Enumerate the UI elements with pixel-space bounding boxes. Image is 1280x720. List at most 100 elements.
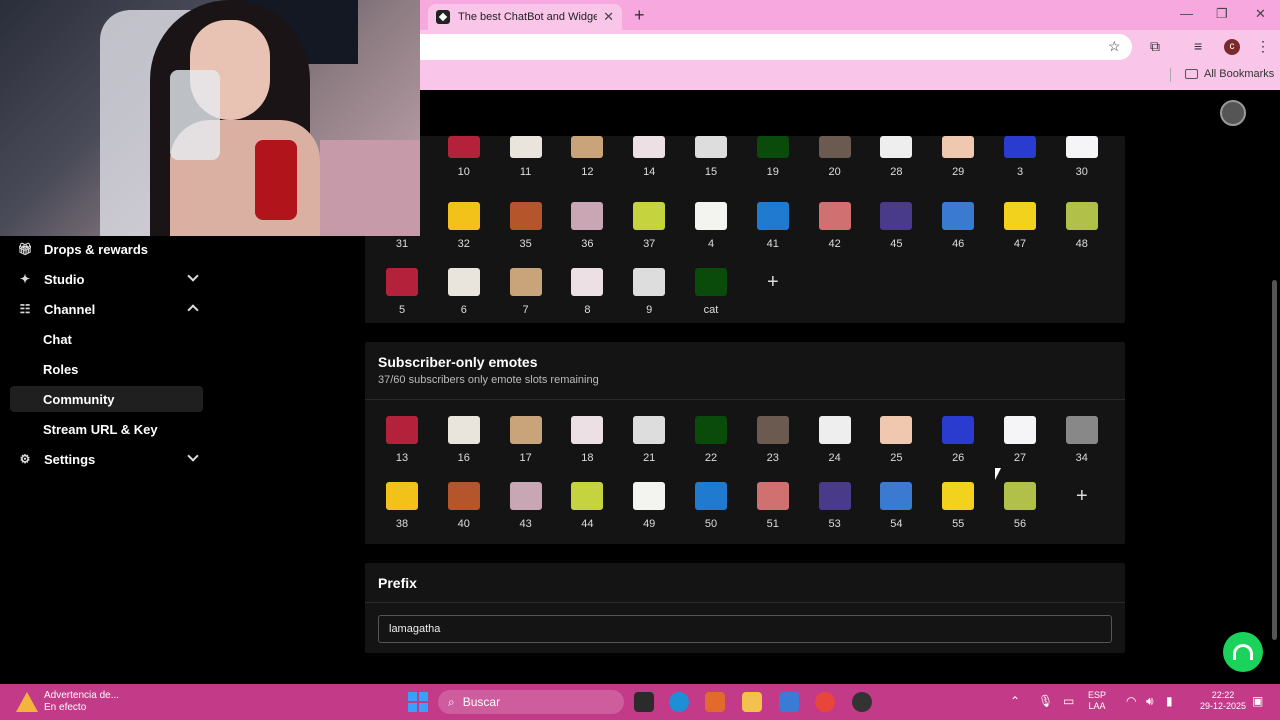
- emote-item[interactable]: 29: [936, 136, 980, 178]
- sidebar-item-roles[interactable]: Roles: [10, 356, 203, 382]
- emote-item[interactable]: 30: [1060, 136, 1104, 178]
- emote-item[interactable]: 50: [689, 482, 733, 530]
- sidebar-item-channel[interactable]: ☷ Channel: [10, 296, 203, 322]
- emote-item[interactable]: 9: [627, 268, 671, 316]
- emote-item[interactable]: 35: [504, 202, 548, 250]
- emote-item[interactable]: 46: [936, 202, 980, 250]
- emote-item[interactable]: 37: [627, 202, 671, 250]
- emote-item[interactable]: 25: [874, 416, 918, 464]
- emote-item[interactable]: 10: [442, 136, 486, 178]
- window-close-icon[interactable]: ✕: [1255, 6, 1266, 22]
- emote-item[interactable]: 22: [689, 416, 733, 464]
- wifi-icon[interactable]: ◠: [1126, 694, 1136, 708]
- emote-item[interactable]: 16: [442, 416, 486, 464]
- emote-item[interactable]: 36: [565, 202, 609, 250]
- restore-icon[interactable]: ❐: [1216, 6, 1228, 22]
- clock[interactable]: 22:22 29-12-2025: [1200, 690, 1246, 712]
- support-chat-button[interactable]: [1223, 632, 1263, 672]
- tray-overflow-icon[interactable]: ⌃: [1010, 694, 1020, 708]
- emote-item[interactable]: 54: [874, 482, 918, 530]
- emote-item[interactable]: 45: [874, 202, 918, 250]
- emote-item[interactable]: 41: [751, 202, 795, 250]
- notification-icon[interactable]: ▣: [1252, 694, 1263, 708]
- emote-item[interactable]: 48: [1060, 202, 1104, 250]
- emote-item[interactable]: 5: [380, 268, 424, 316]
- emote-item[interactable]: 20: [813, 136, 857, 178]
- tab-close-icon[interactable]: ✕: [603, 9, 614, 25]
- emote-item[interactable]: 24: [813, 416, 857, 464]
- volume-icon[interactable]: 🔊︎: [1146, 694, 1154, 709]
- emote-item[interactable]: 27: [998, 416, 1042, 464]
- extensions-icon[interactable]: ⧉: [1150, 38, 1160, 55]
- emote-item[interactable]: 11: [504, 136, 548, 178]
- emote-label: 55: [952, 518, 965, 530]
- all-bookmarks-button[interactable]: All Bookmarks: [1185, 68, 1274, 80]
- browser-menu-icon[interactable]: ⋮: [1256, 38, 1270, 55]
- emote-item[interactable]: 15: [689, 136, 733, 178]
- emote-item[interactable]: 21: [627, 416, 671, 464]
- address-bar[interactable]: [420, 34, 1132, 60]
- prefix-input[interactable]: [378, 615, 1112, 643]
- emote-item[interactable]: 43: [504, 482, 548, 530]
- file-explorer-icon[interactable]: [742, 692, 762, 712]
- sidebar-item-studio[interactable]: ✦ Studio: [10, 266, 203, 292]
- sidebar-item-drops-rewards[interactable]: 🎁︎ Drops & rewards: [10, 236, 203, 262]
- minimize-icon[interactable]: —: [1180, 6, 1193, 21]
- emote-item[interactable]: 18: [565, 416, 609, 464]
- emote-item[interactable]: 3: [998, 136, 1042, 178]
- emote-item[interactable]: 28: [874, 136, 918, 178]
- emote-item[interactable]: 51: [751, 482, 795, 530]
- emote-item[interactable]: 53: [813, 482, 857, 530]
- emote-item[interactable]: 17: [504, 416, 548, 464]
- emote-item[interactable]: 55: [936, 482, 980, 530]
- edge-icon[interactable]: [669, 692, 689, 712]
- task-view-icon[interactable]: [634, 692, 654, 712]
- obs-icon[interactable]: [852, 692, 872, 712]
- emote-item[interactable]: 56: [998, 482, 1042, 530]
- emote-item[interactable]: 42: [813, 202, 857, 250]
- tray-app-icon[interactable]: ▭: [1063, 694, 1074, 708]
- emote-item[interactable]: 47: [998, 202, 1042, 250]
- taskbar-search[interactable]: ⌕ Buscar: [438, 690, 624, 714]
- browser-tab[interactable]: The best ChatBot and Widgets ✕: [428, 4, 622, 30]
- emote-image: [1004, 416, 1036, 444]
- windows-start-icon[interactable]: [408, 692, 428, 712]
- battery-icon[interactable]: ▮: [1166, 694, 1173, 708]
- emote-item[interactable]: 6: [442, 268, 486, 316]
- emote-item[interactable]: 34: [1060, 416, 1104, 464]
- sidebar-item-stream-url-key[interactable]: Stream URL & Key: [10, 416, 203, 442]
- office-icon[interactable]: [705, 692, 725, 712]
- emote-item[interactable]: 8: [565, 268, 609, 316]
- emote-item[interactable]: 7: [504, 268, 548, 316]
- language-indicator[interactable]: ESP LAA: [1088, 690, 1106, 712]
- emote-item[interactable]: cat: [689, 268, 733, 316]
- emote-item[interactable]: 40: [442, 482, 486, 530]
- profile-avatar[interactable]: c: [1224, 39, 1240, 55]
- user-avatar[interactable]: [1220, 100, 1246, 126]
- emote-item[interactable]: 44: [565, 482, 609, 530]
- emote-item[interactable]: 19: [751, 136, 795, 178]
- add-emote-button[interactable]: +: [757, 268, 789, 296]
- weather-warning-widget[interactable]: Advertencia de... En efecto: [16, 690, 119, 714]
- bookmark-star-icon[interactable]: ☆: [1108, 38, 1121, 55]
- emote-item[interactable]: 26: [936, 416, 980, 464]
- emote-image: [880, 136, 913, 158]
- store-icon[interactable]: [779, 692, 799, 712]
- emote-item[interactable]: 38: [380, 482, 424, 530]
- microphone-icon[interactable]: 🎙︎: [1038, 694, 1053, 708]
- chrome-icon[interactable]: [815, 692, 835, 712]
- emote-item[interactable]: 4: [689, 202, 733, 250]
- emote-item[interactable]: 12: [565, 136, 609, 178]
- sidebar-item-settings[interactable]: ⚙ Settings: [10, 446, 203, 472]
- emote-item[interactable]: 49: [627, 482, 671, 530]
- sidebar-item-chat[interactable]: Chat: [10, 326, 203, 352]
- add-emote-button[interactable]: +: [1066, 482, 1098, 510]
- page-scrollbar[interactable]: [1272, 280, 1277, 640]
- new-tab-button[interactable]: +: [634, 5, 645, 26]
- media-controls-icon[interactable]: ≡: [1194, 38, 1202, 54]
- emote-item[interactable]: 32: [442, 202, 486, 250]
- emote-item[interactable]: 23: [751, 416, 795, 464]
- emote-item[interactable]: 13: [380, 416, 424, 464]
- sidebar-item-community[interactable]: Community: [10, 386, 203, 412]
- emote-item[interactable]: 14: [627, 136, 671, 178]
